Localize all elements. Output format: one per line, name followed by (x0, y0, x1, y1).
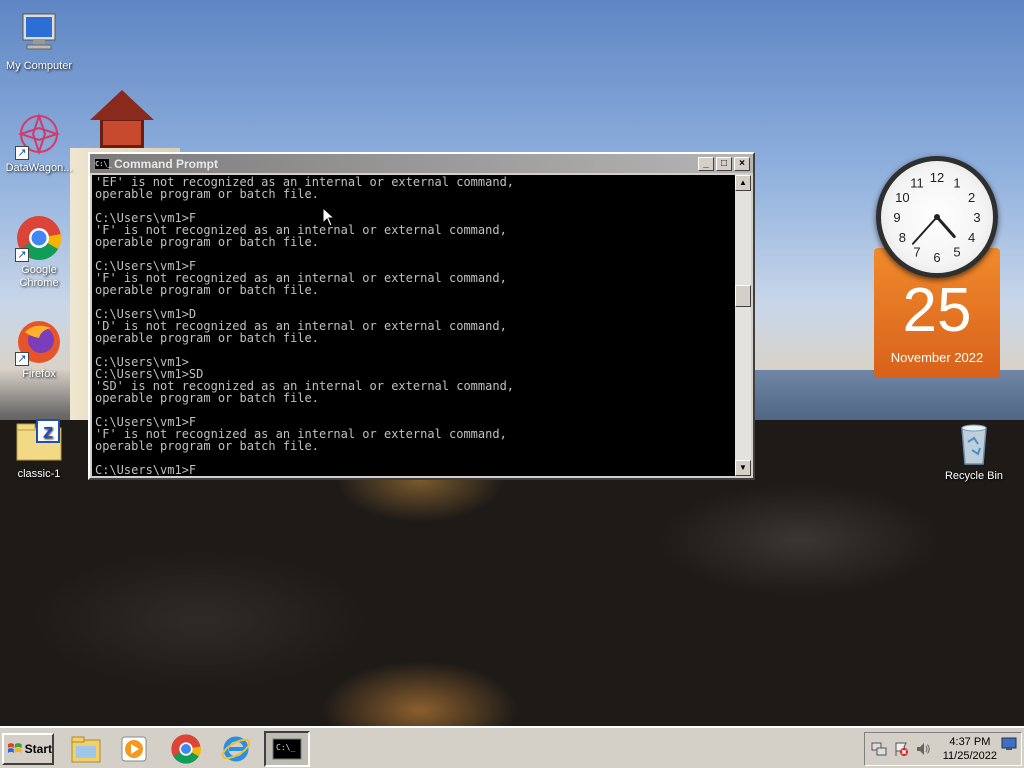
command-prompt-window[interactable]: C:\_ Command Prompt _ □ × 'EF' is not re… (88, 152, 755, 480)
taskbar-clock[interactable]: 4:37 PM 11/25/2022 (943, 735, 997, 763)
clock-hour-hand (935, 215, 956, 238)
taskbar-media-player[interactable] (114, 731, 154, 767)
clock-number: 9 (893, 210, 900, 225)
chrome-icon (171, 734, 201, 764)
desktop-icon-recycle-bin[interactable]: Recycle Bin (936, 420, 1012, 483)
datawagon-icon: ↗ (15, 112, 63, 160)
clock-calendar-gadget[interactable]: 25 November 2022 12 1 2 3 4 5 6 7 8 9 10 11 (874, 156, 1000, 378)
shortcut-arrow-icon: ↗ (15, 352, 29, 366)
chrome-icon: ↗ (15, 214, 63, 262)
vertical-scrollbar[interactable]: ▲ ▼ (735, 175, 751, 476)
taskbar-chrome[interactable] (166, 731, 206, 767)
console-line: operable program or batch file. (95, 283, 319, 297)
media-player-icon (121, 736, 147, 762)
desktop-icon-classic-1[interactable]: Z classic-1 (1, 418, 77, 481)
console-line: C:\Users\vm1>F (95, 463, 197, 476)
system-tray: 4:37 PM 11/25/2022 (864, 732, 1022, 766)
command-prompt-icon: C:\_ (272, 738, 302, 760)
maximize-button[interactable]: □ (716, 156, 732, 171)
svg-text:Z: Z (43, 425, 53, 442)
analog-clock: 12 1 2 3 4 5 6 7 8 9 10 11 (876, 156, 998, 278)
taskbar: Start C:\_ 4:37 PM 11/25/2022 (0, 726, 1024, 768)
recycle-bin-icon (950, 420, 998, 468)
calendar-day: 25 (902, 276, 972, 345)
taskbar-internet-explorer[interactable] (216, 731, 256, 767)
console-line: operable program or batch file. (95, 391, 319, 405)
minimize-button[interactable]: _ (698, 156, 714, 171)
firefox-icon: ↗ (15, 318, 63, 366)
clock-minute-hand (911, 216, 938, 245)
file-explorer-icon (71, 736, 101, 763)
taskbar-file-explorer[interactable] (66, 731, 106, 767)
scroll-up-button[interactable]: ▲ (735, 175, 751, 191)
show-desktop-icon[interactable] (1001, 737, 1017, 751)
windows-logo-icon (7, 743, 22, 753)
command-prompt-icon: C:\_ (94, 157, 112, 170)
start-button[interactable]: Start (2, 733, 54, 765)
clock-number: 10 (895, 190, 909, 205)
taskbar-command-prompt[interactable]: C:\_ (264, 731, 310, 767)
action-center-flag-icon[interactable] (893, 741, 909, 757)
computer-icon (15, 10, 63, 58)
network-icon[interactable] (871, 741, 887, 757)
console-line: operable program or batch file. (95, 331, 319, 345)
clock-face: 12 12 3 45678 9 1011 (893, 170, 980, 265)
scroll-down-button[interactable]: ▼ (735, 460, 751, 476)
volume-icon[interactable] (915, 741, 931, 757)
shortcut-arrow-icon: ↗ (15, 146, 29, 160)
clock-number: 6 (933, 250, 940, 265)
clock-number: 11 (910, 175, 924, 190)
clock-number: 4 (968, 230, 975, 245)
clock-number: 3 (973, 210, 980, 225)
clock-number: 12 (930, 170, 944, 185)
clock-number: 5 (953, 245, 960, 260)
svg-text:C:\_: C:\_ (276, 743, 295, 752)
desktop-icon-my-computer[interactable]: My Computer (1, 10, 77, 73)
console-line: operable program or batch file. (95, 187, 319, 201)
zip-folder-icon: Z (15, 418, 63, 466)
taskbar-date: 11/25/2022 (942, 750, 997, 762)
calendar-month-year: November 2022 (890, 350, 984, 365)
scroll-thumb[interactable] (735, 285, 751, 307)
clock-number: 8 (899, 230, 906, 245)
close-button[interactable]: × (734, 156, 750, 171)
clock-center (934, 214, 940, 220)
window-title-bar[interactable]: C:\_ Command Prompt _ □ × (90, 154, 753, 173)
console-line: operable program or batch file. (95, 439, 319, 453)
console-line: operable program or batch file. (95, 235, 319, 249)
shortcut-arrow-icon: ↗ (15, 248, 29, 262)
taskbar-time: 4:37 PM (949, 736, 991, 748)
desktop-icon-datawagon[interactable]: ↗ DataWagon... (1, 112, 77, 175)
clock-number: 7 (913, 245, 920, 260)
window-title: Command Prompt (114, 156, 219, 171)
mouse-cursor-icon (322, 207, 336, 227)
desktop-icon-google-chrome[interactable]: ↗ Google Chrome (1, 214, 77, 290)
desktop-icon-firefox[interactable]: ↗ Firefox (1, 318, 77, 381)
internet-explorer-icon (221, 736, 251, 762)
clock-number: 1 (953, 175, 960, 190)
console-output[interactable]: 'EF' is not recognized as an internal or… (92, 175, 735, 476)
clock-number: 2 (968, 190, 975, 205)
